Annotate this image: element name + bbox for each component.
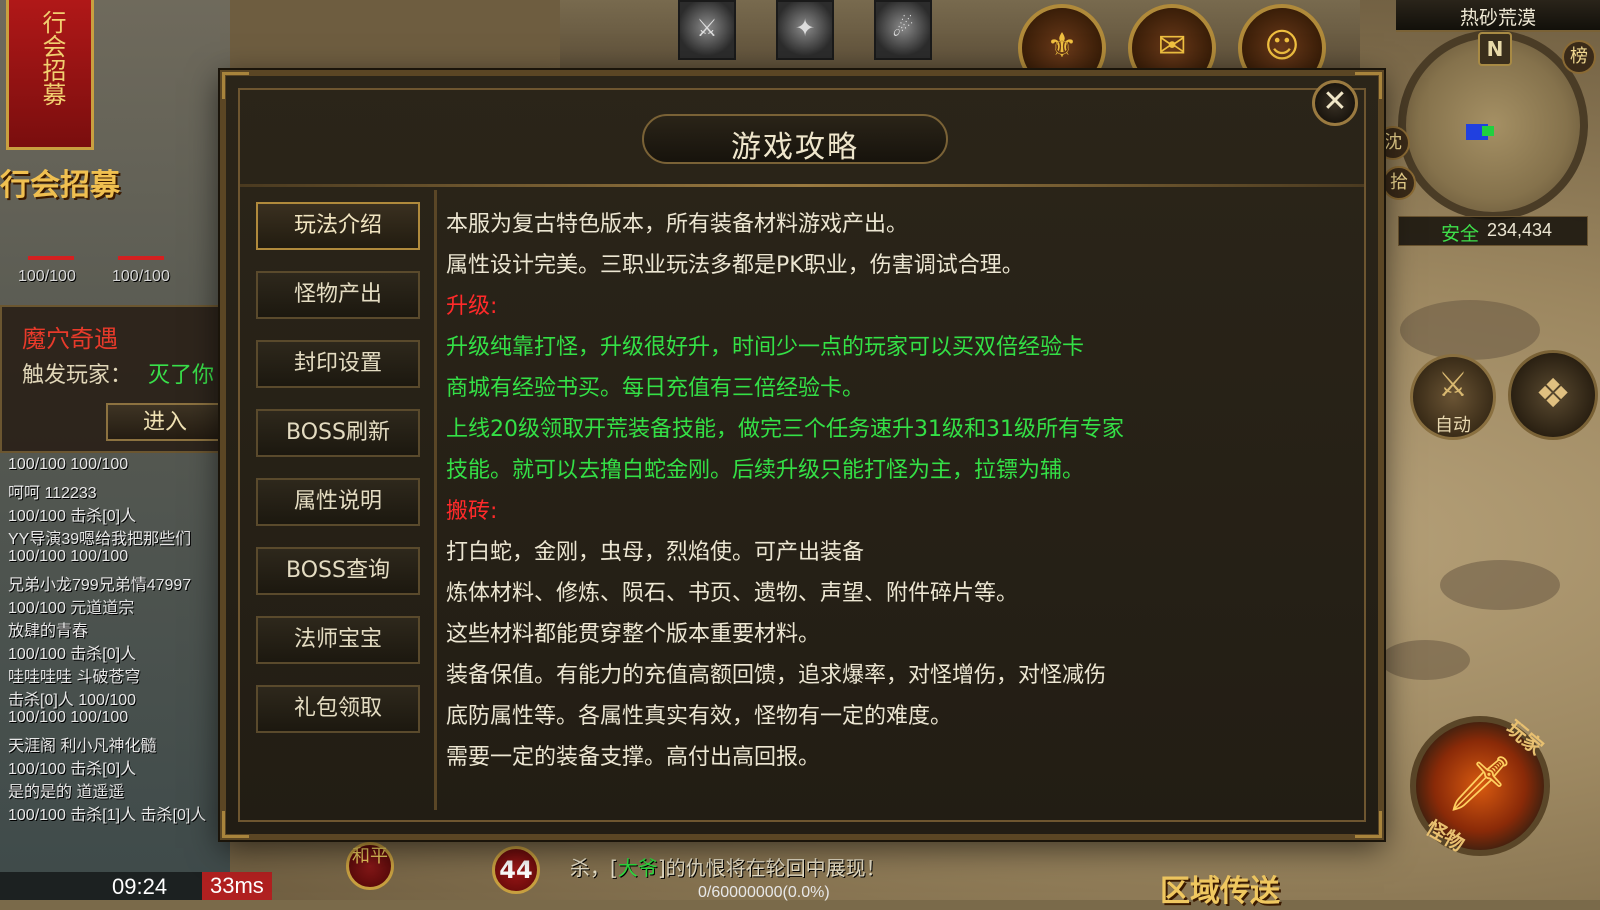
content-line: 属性设计完美。三职业玩法多都是PK职业，伤害调试合理。	[446, 253, 1024, 278]
section-heading: 升级:	[446, 294, 498, 319]
guild-recruit-banner[interactable]: 行会招募	[6, 0, 94, 150]
skill-icon: ✦	[794, 14, 816, 42]
pk-mode-button[interactable]: 和平	[346, 842, 394, 890]
safe-zone-bar: 安全 234,434	[1398, 216, 1588, 246]
system-message: 杀，[大爷]的仇恨将在轮回中展现！	[570, 852, 886, 881]
event-trigger-label: 触发玩家：	[22, 363, 133, 388]
content-line: 打白蛇，金刚，虫母，烈焰使。可产出装备	[446, 540, 865, 565]
tab-attribute-info[interactable]: 属性说明	[256, 478, 420, 526]
content-line: 炼体材料、修炼、陨石、书页、遗物、声望、附件碎片等。	[446, 581, 1019, 606]
header-divider	[240, 184, 1364, 187]
tab-mage-pet[interactable]: 法师宝宝	[256, 616, 420, 664]
event-title: 魔穴奇遇	[22, 325, 118, 353]
chat-line: 100/100 100/100	[8, 709, 129, 726]
tab-gameplay-intro[interactable]: 玩法介绍	[256, 202, 420, 250]
close-button[interactable]: ✕	[1312, 80, 1358, 126]
chat-line: 100/100 100/100	[8, 548, 129, 565]
guide-content: 本服为复古特色版本，所有装备材料游戏产出。 属性设计完美。三职业玩法多都是PK职…	[446, 200, 1356, 800]
skill-slot[interactable]: ✦	[776, 0, 834, 60]
tab-seal-settings[interactable]: 封印设置	[256, 340, 420, 388]
chat-line: YY导演39嗯给我把那些们	[8, 531, 192, 548]
chat-line: 100/100 元道道宗	[8, 600, 135, 617]
content-line: 底防属性等。各属性真实有效，怪物有一定的难度。	[446, 704, 953, 729]
emblem-icon: ⚜	[1046, 26, 1078, 66]
game-guide-dialog: 游戏攻略 ✕ 玩法介绍 怪物产出 封印设置 BOSS刷新 属性说明 BOSS查询…	[220, 70, 1384, 840]
chat-line: 放肆的青春	[8, 623, 89, 640]
minimap-marker	[1482, 126, 1494, 136]
terrain-rock	[1380, 640, 1470, 680]
system-message-name: 大爷	[617, 856, 658, 880]
content-line: 装备保值。有能力的充值高额回馈，追求爆率，对怪增伤，对怪减伤	[446, 663, 1107, 688]
grid-icon: ❖	[1535, 371, 1571, 417]
chat-line: 100/100 击杀[1]人 击杀[0]人	[8, 807, 207, 824]
system-message-suffix: ]的仇恨将在轮回中展现！	[657, 856, 886, 880]
experience-readout: 0/60000000(0.0%)	[698, 884, 830, 901]
portrait-icon: ☺	[1264, 26, 1300, 66]
skill-icon: ☄	[892, 14, 914, 42]
chat-line: 是的是的 道遥遥	[8, 784, 125, 801]
chat-line: 100/100 100/100	[8, 456, 129, 473]
content-line: 本服为复古特色版本，所有装备材料游戏产出。	[446, 212, 909, 237]
content-line: 技能。就可以去撸白蛇金刚。后续升级只能打怪为主，拉镖为辅。	[446, 458, 1085, 483]
hp-label: 100/100	[112, 268, 170, 285]
content-line: 需要一定的装备支撑。高付出高回报。	[446, 745, 821, 770]
clock: 09:24	[112, 874, 168, 899]
map-name: 热砂荒漠	[1459, 7, 1536, 29]
chat-line: 呵呵 112233	[8, 485, 97, 502]
tab-boss-query[interactable]: BOSS查询	[256, 547, 420, 595]
terrain-rock	[1400, 300, 1540, 360]
chat-line: 100/100 击杀[0]人	[8, 508, 137, 525]
chat-line: 100/100 击杀[0]人	[8, 761, 137, 778]
skill-icon: ⚔	[696, 14, 718, 42]
event-panel: 魔穴奇遇 触发玩家： 灭了你 进入	[0, 305, 224, 453]
safe-zone-label: 安全	[1441, 223, 1480, 245]
pickup-button[interactable]: 拾	[1382, 166, 1416, 200]
content-line: 商城有经验书买。每日充值有三倍经验卡。	[446, 376, 865, 401]
banner-caption[interactable]: 行会招募	[0, 160, 120, 204]
scroll-icon: ✉	[1157, 26, 1187, 66]
skill-slot[interactable]: ☄	[874, 0, 932, 60]
hp-bar	[28, 256, 74, 260]
map-name-bar: 热砂荒漠	[1396, 0, 1600, 32]
frame-corner	[222, 72, 249, 99]
section-heading: 搬砖:	[446, 499, 498, 524]
tab-gift-claim[interactable]: 礼包领取	[256, 685, 420, 733]
hp-bar	[118, 256, 164, 260]
content-line: 这些材料都能贯穿整个版本重要材料。	[446, 622, 821, 647]
banner-text: 行会招募	[38, 10, 66, 106]
menu-grid-button[interactable]: ❖	[1508, 350, 1598, 440]
event-enter-button[interactable]: 进入	[106, 403, 224, 441]
tab-boss-refresh[interactable]: BOSS刷新	[256, 409, 420, 457]
chat-line: 兄弟小龙799兄弟情47997	[8, 577, 192, 594]
terrain-rock	[1440, 560, 1560, 610]
dialog-title-plate: 游戏攻略	[642, 114, 948, 165]
chat-line: 哇哇哇哇 斗破苍穹	[8, 669, 141, 686]
chat-line: 天涯阁 利小凡神化髓	[8, 738, 157, 755]
leaderboard-button[interactable]: 榜	[1562, 40, 1596, 74]
content-line: 上线20级领取开荒装备技能，做完三个任务速升31级和31级所有专家	[446, 417, 1124, 442]
chat-line: 100/100 击杀[0]人	[8, 646, 137, 663]
content-line: 升级纯靠打怪，升级很好升，时间少一点的玩家可以买双倍经验卡	[446, 335, 1085, 360]
auto-battle-button[interactable]: ⚔ 自动	[1410, 354, 1496, 440]
sword-icon: 🗡	[1445, 752, 1515, 815]
hp-label: 100/100	[18, 268, 76, 285]
tab-monster-drops[interactable]: 怪物产出	[256, 271, 420, 319]
coordinates: 234,434	[1487, 220, 1553, 240]
frame-corner	[222, 811, 249, 838]
dialog-title: 游戏攻略	[731, 130, 859, 165]
frame-corner	[1355, 72, 1382, 99]
level-badge: 44	[492, 846, 540, 894]
auto-label: 自动	[1435, 415, 1471, 436]
crossed-swords-icon: ⚔	[1437, 365, 1469, 405]
guide-tab-list: 玩法介绍 怪物产出 封印设置 BOSS刷新 属性说明 BOSS查询 法师宝宝 礼…	[242, 190, 437, 810]
skill-slot[interactable]: ⚔	[678, 0, 736, 60]
ping-indicator: 33ms	[202, 872, 272, 900]
teleport-button[interactable]: 区域传送	[1160, 866, 1280, 910]
chat-line: 击杀[0]人 100/100	[8, 692, 137, 709]
event-trigger-value: 灭了你	[148, 363, 215, 388]
compass-north-icon: N	[1478, 32, 1512, 66]
frame-corner	[1355, 811, 1382, 838]
system-message-prefix: 杀，[	[570, 856, 618, 880]
